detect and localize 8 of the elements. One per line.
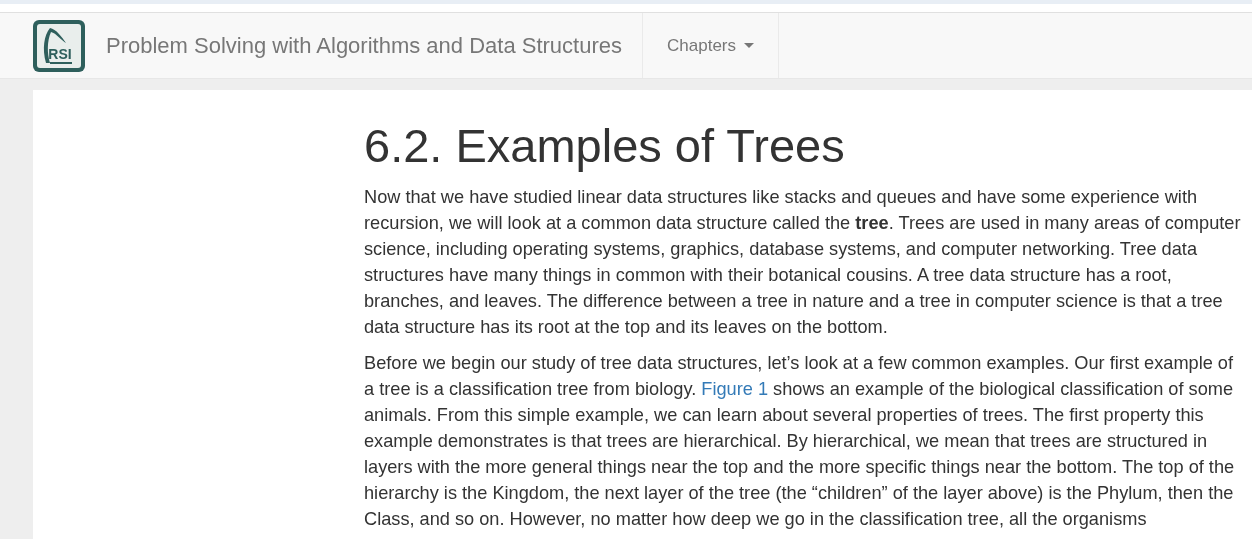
- logo-icon[interactable]: RSI: [32, 18, 86, 73]
- figure-link[interactable]: Figure 1: [701, 378, 769, 399]
- chapters-menu[interactable]: Chapters: [642, 13, 779, 78]
- site-title[interactable]: Problem Solving with Algorithms and Data Structures: [106, 32, 642, 59]
- caret-icon: [744, 43, 754, 48]
- page-heading: 6.2. Examples of Trees: [364, 120, 846, 172]
- paragraph: Now that we have studied linear data structures like stacks and queues and have some experience with recursion, we will look at a common data structure called the tree. Trees are used in many areas of computer science, including operating systems, graphics, database systems, and computer networking. Tree data structures have many things in common with their botanical cousins. A tree data structure has a root, branches, and leaves. The difference between a tree in nature and a tree in computer science is that a tree data structure has its root at the top and its leaves on the bottom.: [364, 185, 1242, 339]
- paragraph: Before we begin our study of tree data structures, let’s look at a few common examples. Our first example of a tree is a classification tree from biology. Figure 1 shows an example of the biological classification of some animals. From this simple example, we can learn about several properties of trees. The first property this example demonstrates is that trees are hierarchical. By hierarchical, we mean that trees are structured in layers with the more general things near the top and the more specific things near the bottom. The top of the hierarchy is the Kingdom, the next layer of the tree (the “children” of the layer above) is the Phylum, then the Class, and so on. However, no matter how deep we go in the classification tree, all the organisms: [364, 351, 1236, 531]
